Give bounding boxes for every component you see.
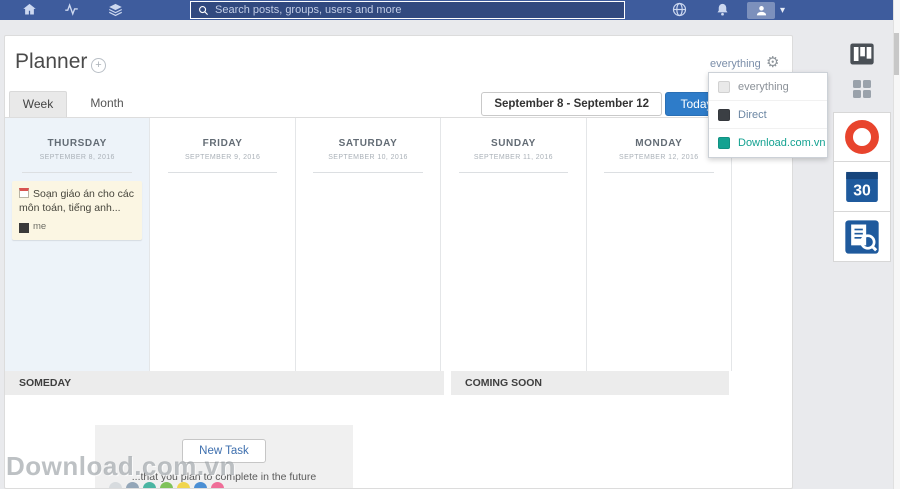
color-dot[interactable] [211, 482, 224, 489]
svg-text:30: 30 [853, 182, 871, 199]
kanban-board-icon[interactable] [833, 38, 891, 70]
filter-label[interactable]: everything [710, 58, 761, 70]
week-calendar: THURSDAY SEPTEMBER 8, 2016 Soạn giáo án … [5, 118, 732, 371]
dropdown-item-label: everything [738, 81, 789, 93]
scrollbar-thumb[interactable] [894, 33, 899, 75]
dropdown-item-label: Download.com.vn [738, 137, 825, 149]
search-icon [191, 2, 215, 18]
tab-month[interactable]: Month [67, 91, 147, 117]
dropdown-item-label: Direct [738, 109, 767, 121]
color-palette [109, 482, 224, 489]
color-dot[interactable] [143, 482, 156, 489]
coming-soon-header: COMING SOON [451, 371, 729, 395]
dropdown-item-everything[interactable]: everything [709, 73, 827, 101]
color-dot[interactable] [109, 482, 122, 489]
color-dot[interactable] [160, 482, 173, 489]
scrollbar-track[interactable] [893, 0, 900, 489]
app-grid-icon[interactable] [833, 74, 891, 104]
day-name: THURSDAY [5, 138, 149, 149]
tab-week[interactable]: Week [9, 91, 67, 117]
day-divider [604, 172, 714, 173]
catalog-icon[interactable] [107, 2, 124, 17]
calendar-30-icon[interactable]: 30 [833, 162, 891, 212]
color-swatch [718, 137, 730, 149]
day-name: SUNDAY [441, 138, 585, 149]
assignee-avatar [19, 223, 29, 233]
day-date: SEPTEMBER 8, 2016 [5, 154, 149, 161]
task-card[interactable]: Soạn giáo án cho các môn toán, tiếng anh… [12, 181, 142, 240]
task-assignee: me [19, 221, 135, 234]
planner-panel: Planner + everything ⚙ Week Month Septem… [4, 35, 793, 489]
tabs-row: Week Month September 8 - September 12 To… [5, 91, 793, 118]
document-search-icon[interactable] [833, 212, 891, 262]
filter-dropdown: everything Direct Download.com.vn [708, 72, 828, 158]
day-divider [168, 172, 278, 173]
dropdown-item-direct[interactable]: Direct [709, 101, 827, 129]
color-dot[interactable] [177, 482, 190, 489]
chevron-down-icon: ▾ [780, 5, 785, 16]
day-column-thursday[interactable]: THURSDAY SEPTEMBER 8, 2016 Soạn giáo án … [5, 118, 150, 371]
color-swatch [718, 109, 730, 121]
color-dot[interactable] [126, 482, 139, 489]
bell-icon[interactable] [714, 2, 731, 17]
day-divider [22, 172, 132, 173]
user-icon [747, 2, 775, 19]
date-range-button[interactable]: September 8 - September 12 [481, 92, 662, 116]
top-navigation-bar: ▾ [0, 0, 893, 20]
search-input[interactable] [215, 2, 624, 18]
day-divider [459, 172, 569, 173]
color-swatch [718, 81, 730, 93]
day-name: FRIDAY [150, 138, 294, 149]
app-sidebar: 30 [833, 38, 891, 262]
day-date: SEPTEMBER 11, 2016 [441, 154, 585, 161]
page-title: Planner [15, 50, 87, 74]
day-column-friday[interactable]: FRIDAY SEPTEMBER 9, 2016 [150, 118, 295, 371]
day-column-sunday[interactable]: SUNDAY SEPTEMBER 11, 2016 [441, 118, 586, 371]
assignee-label: me [33, 221, 46, 234]
home-icon[interactable] [21, 2, 38, 17]
activity-icon[interactable] [63, 2, 80, 17]
day-date: SEPTEMBER 10, 2016 [296, 154, 440, 161]
network-icon[interactable] [670, 1, 689, 18]
day-name: SATURDAY [296, 138, 440, 149]
day-date: SEPTEMBER 9, 2016 [150, 154, 294, 161]
color-dot[interactable] [194, 482, 207, 489]
add-plan-button[interactable]: + [91, 58, 106, 73]
office-icon[interactable] [833, 112, 891, 162]
task-calendar-icon [19, 188, 29, 198]
watermark: Download.com.vn [6, 451, 236, 482]
task-text: Soạn giáo án cho các môn toán, tiếng anh… [19, 188, 134, 214]
global-search [190, 1, 625, 19]
account-menu[interactable]: ▾ [747, 1, 793, 19]
day-column-saturday[interactable]: SATURDAY SEPTEMBER 10, 2016 [296, 118, 441, 371]
day-divider [313, 172, 423, 173]
dropdown-item-download[interactable]: Download.com.vn [709, 129, 827, 157]
someday-header: SOMEDAY [5, 371, 444, 395]
gear-icon[interactable]: ⚙ [766, 53, 779, 71]
